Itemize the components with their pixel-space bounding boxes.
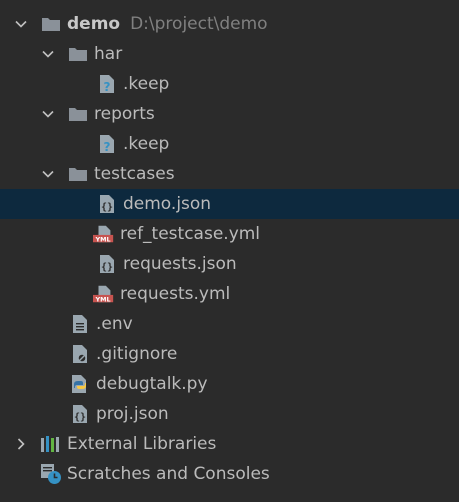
json-file-icon: {}: [69, 403, 91, 425]
folder-icon: [67, 43, 89, 65]
file-label: debugtalk.py: [96, 374, 208, 394]
chevron-down-icon[interactable]: [41, 107, 55, 121]
chevron-down-icon[interactable]: [41, 167, 55, 181]
folder-icon: [67, 103, 89, 125]
tree-row-file-requests-json[interactable]: {} requests.json: [0, 249, 459, 279]
tree-row-file-debugtalk-py[interactable]: debugtalk.py: [0, 369, 459, 399]
tree-row-file-requests-yml[interactable]: YML requests.yml: [0, 279, 459, 309]
folder-icon: [67, 163, 89, 185]
root-folder-path: D:\project\demo: [130, 14, 268, 34]
json-file-icon: {}: [96, 253, 118, 275]
json-file-icon: {}: [96, 193, 118, 215]
external-libraries-label: External Libraries: [67, 434, 217, 454]
file-label: proj.json: [96, 404, 169, 424]
scratches-label: Scratches and Consoles: [67, 464, 270, 484]
yml-file-icon: YML: [93, 223, 115, 245]
file-label: demo.json: [123, 194, 212, 214]
tree-row-file-ref-testcase-yml[interactable]: YML ref_testcase.yml: [0, 219, 459, 249]
project-tree: demo D:\project\demo har ? .keep reports…: [0, 0, 459, 502]
tree-row-folder-har[interactable]: har: [0, 39, 459, 69]
unknown-file-icon: ?: [96, 133, 118, 155]
tree-row-folder-testcases[interactable]: testcases: [0, 159, 459, 189]
file-label: requests.yml: [120, 284, 231, 304]
yml-file-icon: YML: [93, 283, 115, 305]
folder-har-label: har: [94, 44, 123, 64]
file-label: .keep: [123, 134, 170, 154]
root-folder-name: demo: [67, 14, 121, 34]
tree-row-external-libraries[interactable]: External Libraries: [0, 429, 459, 459]
file-label: .env: [96, 314, 133, 334]
folder-reports-label: reports: [94, 104, 155, 124]
tree-row-file-reports-keep[interactable]: ? .keep: [0, 129, 459, 159]
file-label: ref_testcase.yml: [120, 224, 261, 244]
svg-text:{}: {}: [101, 262, 113, 273]
tree-row-file-gitignore[interactable]: .gitignore: [0, 339, 459, 369]
folder-testcases-label: testcases: [94, 164, 175, 184]
python-file-icon: [69, 373, 91, 395]
tree-row-file-har-keep[interactable]: ? .keep: [0, 69, 459, 99]
ignore-file-icon: [69, 343, 91, 365]
file-label: requests.json: [123, 254, 237, 274]
tree-row-file-proj-json[interactable]: {} proj.json: [0, 399, 459, 429]
file-label: .gitignore: [96, 344, 178, 364]
chevron-right-icon[interactable]: [14, 437, 28, 451]
scratches-clock-icon: [40, 463, 62, 485]
text-file-icon: [69, 313, 91, 335]
svg-text:?: ?: [104, 140, 111, 154]
chevron-down-icon[interactable]: [41, 47, 55, 61]
folder-icon: [40, 13, 62, 35]
tree-row-folder-reports[interactable]: reports: [0, 99, 459, 129]
chevron-down-icon[interactable]: [14, 17, 28, 31]
unknown-file-icon: ?: [96, 73, 118, 95]
tree-row-root-demo[interactable]: demo D:\project\demo: [0, 9, 459, 39]
library-icon: [40, 433, 62, 455]
svg-text:{}: {}: [101, 202, 113, 213]
tree-row-file-env[interactable]: .env: [0, 309, 459, 339]
svg-text:YML: YML: [95, 235, 111, 243]
svg-text:YML: YML: [95, 295, 111, 303]
file-label: .keep: [123, 74, 170, 94]
svg-text:{}: {}: [74, 412, 86, 423]
svg-text:?: ?: [104, 80, 111, 94]
tree-row-file-demo-json[interactable]: {} demo.json: [0, 189, 459, 219]
tree-row-scratches-consoles[interactable]: Scratches and Consoles: [0, 459, 459, 489]
